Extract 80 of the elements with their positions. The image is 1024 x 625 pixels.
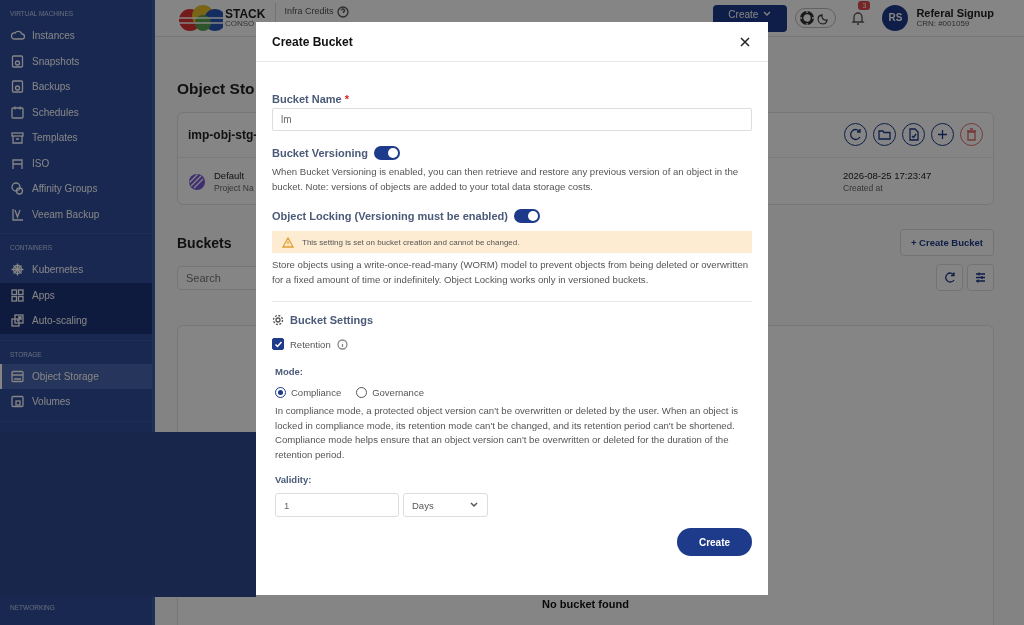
page-title: Object Sto (177, 79, 255, 98)
sliders-icon (974, 271, 987, 284)
account-number: CRN: #001059 (916, 19, 970, 29)
field-label: Mode: (275, 366, 304, 377)
chevron-down-icon (469, 501, 479, 509)
checkbox[interactable] (272, 338, 284, 350)
radio-label: Compliance (291, 387, 342, 398)
section-title: Buckets (177, 234, 232, 251)
sidebar-item[interactable]: Veeam Backup (0, 201, 152, 227)
empty-message: No bucket found (542, 598, 629, 610)
warning-icon (282, 236, 294, 248)
calendar-icon (10, 104, 25, 120)
circles-icon (10, 181, 25, 197)
radio-label: Governance (372, 387, 424, 398)
sidebar-item[interactable]: Snapshots (0, 48, 152, 74)
field-label: Bucket Versioning (272, 147, 368, 159)
dialog-title: Create Bucket (272, 34, 353, 49)
document-icon (906, 127, 921, 143)
create-button[interactable]: Create (677, 528, 752, 556)
help-text: Store objects using a write-once-read-many (WORM) model to prevent objects from being deleted or overwritten for a fixed amount of time or indefinitely. Object Locking works only in versioned buckets. (272, 258, 750, 287)
trash-icon (964, 127, 979, 143)
section-title: Bucket Settings (290, 314, 374, 326)
sidebar-item[interactable]: Affinity Groups (0, 176, 152, 202)
storage-name: imp-obj-stg- (188, 127, 258, 142)
unit-dropdown[interactable]: Days (403, 493, 488, 517)
close-icon (740, 36, 750, 47)
sidebar-item[interactable]: Backups (0, 74, 152, 100)
field-label: Bucket Name (272, 93, 342, 105)
created-label: Created at (843, 182, 884, 194)
striped-circle-icon (188, 172, 206, 191)
filter-button[interactable] (967, 264, 994, 291)
project-name: Default (214, 169, 246, 183)
grid-icon (10, 287, 25, 303)
avatar[interactable]: RS (882, 4, 909, 31)
sidebar-item[interactable]: Instances (0, 23, 152, 49)
sidebar-item[interactable]: Kubernetes (0, 257, 152, 283)
resize-icon (10, 313, 25, 329)
folder-icon (877, 127, 892, 143)
toggle-switch[interactable] (513, 209, 540, 223)
refresh-icon (848, 127, 863, 143)
wheel-icon (10, 262, 25, 278)
logo-subtext: CONSO (225, 19, 256, 28)
help-text: When Bucket Versioning is enabled, you can then retrieve and restore any previous version of an object in the bucket. Note: versions of objects are added to your total data storage costs. (272, 165, 740, 194)
sidebar-item[interactable]: Auto-scaling (0, 308, 152, 334)
letter-mark-icon (10, 206, 25, 222)
help-icon (337, 6, 350, 18)
logo-text: STACK (225, 7, 266, 20)
validity-field[interactable]: 1 (275, 493, 399, 517)
toggle-switch[interactable] (374, 146, 400, 160)
warning-text: This setting is set on bucket creation and cannot be changed. (302, 237, 520, 247)
bucket-name-field[interactable]: lm (272, 108, 752, 131)
credits-label: Infra Credits (284, 6, 334, 16)
sidebar-item[interactable]: Apps (0, 282, 152, 308)
image-frame-icon (10, 79, 25, 95)
required-mark: * (344, 93, 349, 105)
help-text: In compliance mode, a protected object version can't be overwritten or deleted by the user. When an object is locked in compliance mode, its retention mode can't be changed, and its retention period can't be shortened. Compliance mode helps ensure that an object version can't be overwritten or deleted for the duration of the retention period. (275, 404, 740, 462)
create-bucket-button[interactable]: + Create Bucket (899, 229, 994, 256)
sidebar-item[interactable]: ISO (0, 150, 152, 176)
check-icon (273, 339, 283, 349)
checkbox-label: Retention (290, 338, 331, 350)
sun-icon (800, 10, 815, 25)
image-frame-icon (10, 53, 25, 69)
created-date: 2026-08-25 17:23:47 (843, 169, 933, 183)
bell-icon (850, 9, 867, 26)
info-icon (336, 338, 348, 350)
field-label: Validity: (275, 474, 313, 485)
chevron-down-icon (762, 10, 773, 18)
sidebar-item[interactable]: Templates (0, 125, 152, 151)
gear-icon (272, 314, 284, 326)
refresh-icon (943, 271, 956, 284)
folder-icon (10, 394, 25, 410)
sidebar-item[interactable]: Volumes (0, 389, 152, 415)
project-label: Project Na (214, 182, 254, 194)
user-name: Referal Signup (916, 7, 994, 20)
storage-icon (10, 368, 25, 384)
field-label: Object Locking (Versioning must be enabled) (272, 210, 508, 222)
archive-icon (10, 130, 25, 146)
sidebar-item[interactable]: Schedules (0, 99, 152, 125)
sidebar-item[interactable]: Object Storage (0, 363, 152, 389)
close-button[interactable] (740, 36, 750, 47)
